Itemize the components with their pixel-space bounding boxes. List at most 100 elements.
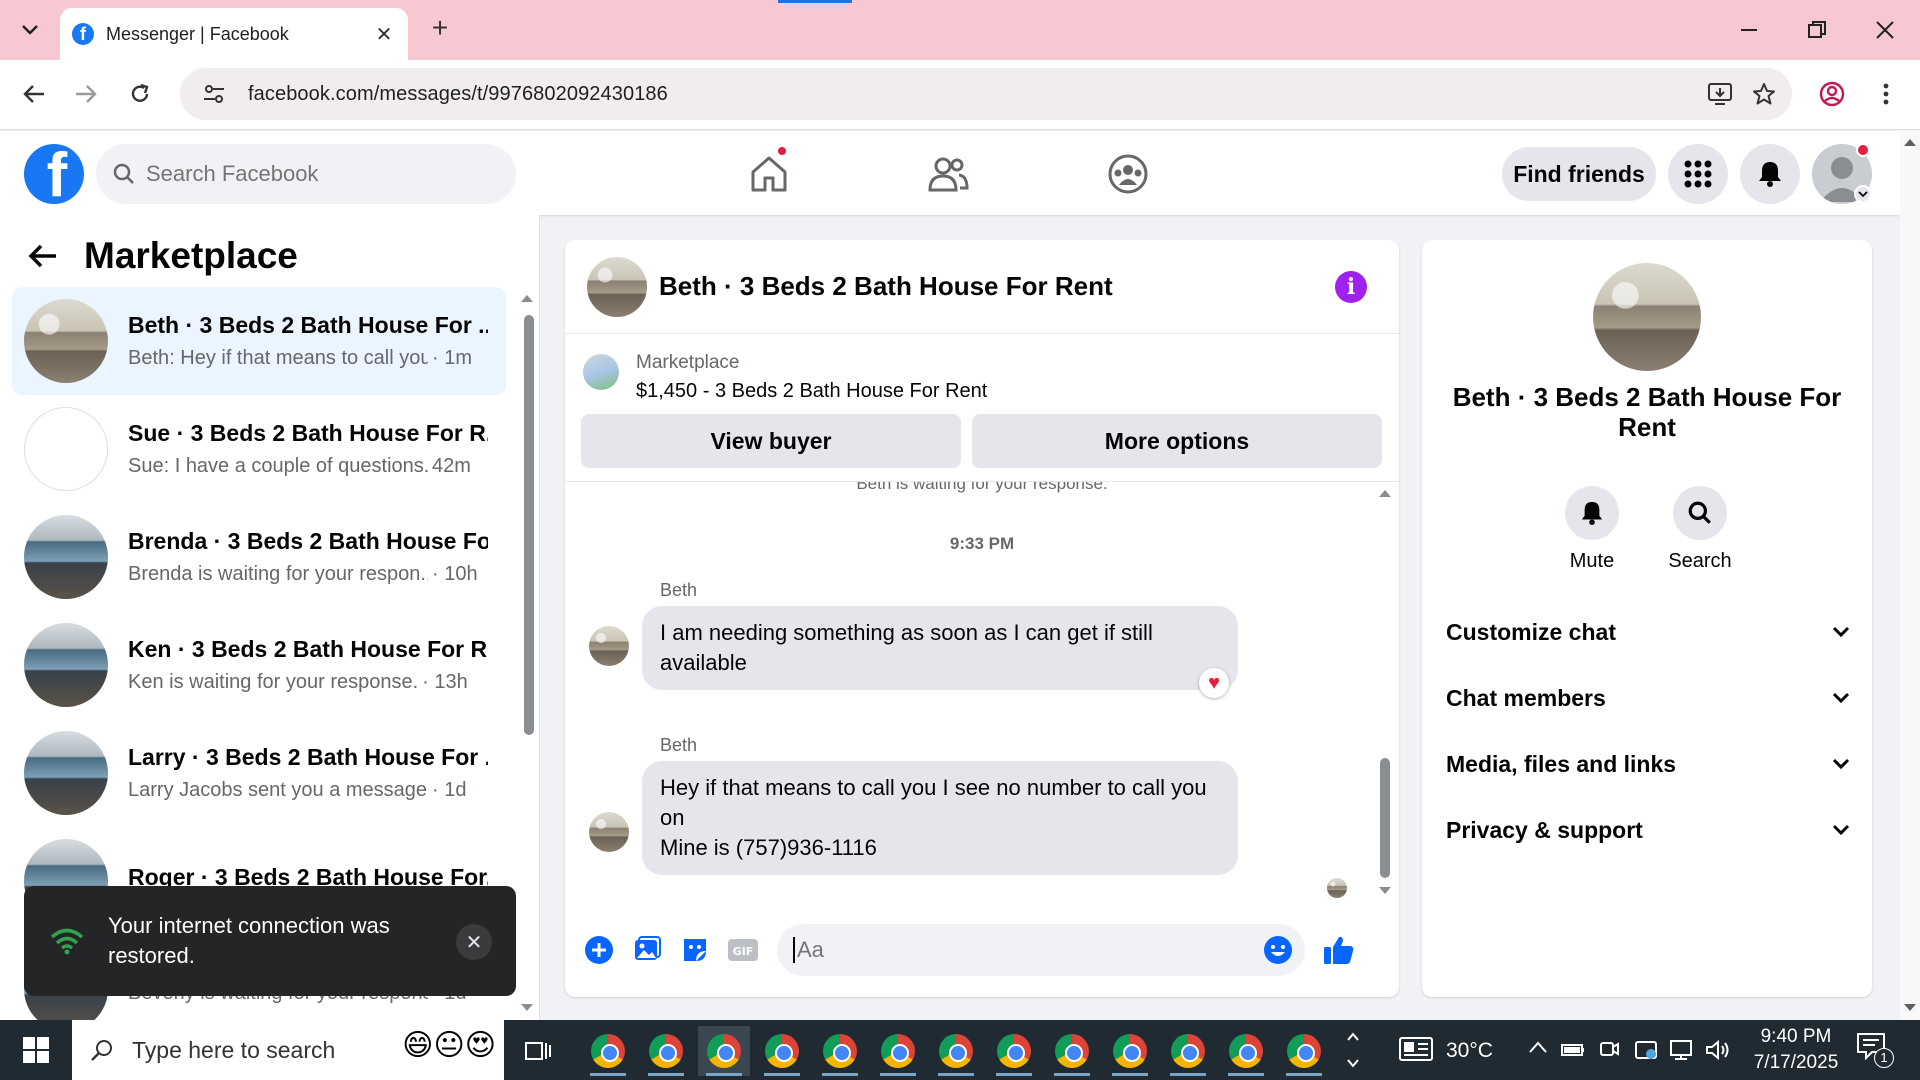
scroll-down-icon[interactable] — [1903, 1003, 1917, 1013]
clock-date[interactable]: 7/17/2025 — [1746, 1052, 1846, 1074]
tab-search-button[interactable] — [12, 12, 48, 48]
photo-icon[interactable] — [623, 926, 671, 974]
toast-close-button[interactable]: ✕ — [456, 924, 492, 960]
info-icon[interactable]: i — [1335, 270, 1367, 303]
taskbar-search[interactable]: Type here to search 😄😐😍 — [72, 1020, 504, 1080]
taskbar-chrome-window[interactable] — [698, 1026, 750, 1076]
groups-nav-button[interactable] — [1098, 149, 1158, 199]
network-icon[interactable] — [1668, 1038, 1694, 1062]
sync-icon[interactable] — [1634, 1038, 1658, 1062]
taskbar-chrome-window[interactable] — [1104, 1026, 1156, 1076]
conversation-item[interactable]: Beth · 3 Beds 2 Bath House For ... Beth:… — [12, 287, 506, 395]
customize-chat-section[interactable]: Customize chat — [1446, 607, 1850, 657]
taskbar-chrome-window[interactable] — [988, 1026, 1040, 1076]
emoji-icon[interactable] — [1263, 935, 1293, 965]
taskbar-chrome-window[interactable] — [930, 1026, 982, 1076]
view-buyer-button[interactable]: View buyer — [581, 414, 961, 468]
message-input[interactable] — [793, 936, 1263, 963]
weather-news-icon[interactable] — [1398, 1036, 1434, 1062]
meet-now-icon[interactable] — [1598, 1038, 1620, 1060]
scroll-up-icon[interactable] — [1378, 488, 1392, 498]
minimize-button[interactable] — [1724, 10, 1774, 50]
facebook-search-input[interactable] — [146, 161, 446, 187]
taskbar-chrome-window[interactable] — [640, 1026, 692, 1076]
browser-menu-button[interactable] — [1866, 74, 1906, 114]
browser-tab[interactable]: f Messenger | Facebook ✕ — [60, 8, 408, 60]
chat-title[interactable]: Beth · 3 Beds 2 Bath House For Rent — [659, 271, 1335, 302]
taskbar-chrome-window[interactable] — [756, 1026, 808, 1076]
profile-avatar[interactable] — [1593, 263, 1701, 371]
home-nav-button[interactable] — [739, 145, 799, 199]
taskbar-chrome-window[interactable] — [1162, 1026, 1214, 1076]
facebook-search[interactable] — [96, 144, 516, 204]
privacy-support-section[interactable]: Privacy & support — [1446, 805, 1850, 855]
scrollbar-thumb[interactable] — [524, 315, 534, 735]
show-hidden-icons-icon[interactable] — [1528, 1040, 1548, 1054]
sticker-icon[interactable] — [671, 926, 719, 974]
install-app-icon[interactable] — [1698, 72, 1742, 116]
conversation-item[interactable]: Larry · 3 Beds 2 Bath House For ... Larr… — [12, 719, 506, 827]
taskbar-chrome-window[interactable] — [814, 1026, 866, 1076]
notifications-button[interactable] — [1740, 144, 1800, 204]
listing-thumbnail[interactable] — [583, 354, 619, 390]
account-chevron-icon[interactable] — [1854, 185, 1872, 203]
message-scrollbar[interactable] — [1375, 482, 1395, 902]
friends-nav-button[interactable] — [918, 149, 978, 199]
plus-icon[interactable] — [575, 926, 623, 974]
more-options-button[interactable]: More options — [972, 414, 1382, 468]
profile-button[interactable] — [1812, 74, 1852, 114]
message-bubble[interactable]: I am needing something as soon as I can … — [642, 606, 1238, 690]
conversation-item[interactable]: Ken · 3 Beds 2 Bath House For R... Ken i… — [12, 611, 506, 719]
new-tab-button[interactable]: + — [422, 12, 458, 44]
taskbar-chrome-window[interactable] — [1220, 1026, 1272, 1076]
facebook-logo-icon[interactable]: f — [24, 144, 84, 204]
gif-icon[interactable]: GIF — [719, 926, 767, 974]
media-files-links-section[interactable]: Media, files and links — [1446, 739, 1850, 789]
bookmark-star-icon[interactable] — [1742, 72, 1786, 116]
restore-button[interactable] — [1792, 10, 1842, 50]
action-center-button[interactable]: 1 — [1856, 1032, 1896, 1068]
taskbar-overflow-icon[interactable] — [1346, 1026, 1360, 1074]
conversation-item[interactable]: Brenda · 3 Beds 2 Bath House Fo... Brend… — [12, 503, 506, 611]
conversation-list-scrollbar[interactable] — [522, 315, 534, 735]
find-friends-button[interactable]: Find friends — [1502, 147, 1656, 201]
site-info-icon[interactable] — [194, 84, 234, 104]
message-avatar[interactable] — [589, 812, 629, 852]
tab-close-icon[interactable]: ✕ — [372, 22, 396, 47]
weather-text[interactable]: 30°C — [1446, 1039, 1493, 1063]
message-input-box[interactable] — [777, 923, 1305, 976]
address-bar[interactable]: facebook.com/messages/t/9976802092430186 — [180, 68, 1792, 120]
chat-members-section[interactable]: Chat members — [1446, 673, 1850, 723]
taskbar-chrome-window[interactable] — [1046, 1026, 1098, 1076]
message-bubble[interactable]: Hey if that means to call you I see no n… — [642, 761, 1238, 875]
volume-icon[interactable] — [1704, 1038, 1730, 1062]
heart-reaction-icon[interactable]: ♥ — [1199, 668, 1229, 698]
close-window-button[interactable] — [1860, 10, 1910, 50]
page-scrollbar[interactable] — [1900, 131, 1920, 1020]
chat-avatar[interactable] — [587, 256, 647, 317]
task-view-button[interactable] — [512, 1026, 564, 1076]
forward-button[interactable] — [66, 74, 106, 114]
back-arrow-icon[interactable] — [28, 243, 58, 269]
start-button[interactable] — [14, 1032, 58, 1068]
listing-price[interactable]: $1,450 - 3 Beds 2 Bath House For Rent — [636, 380, 987, 403]
message-avatar[interactable] — [589, 626, 629, 666]
battery-icon[interactable] — [1560, 1038, 1586, 1060]
search-action[interactable]: Search — [1655, 486, 1745, 573]
scroll-down-icon[interactable] — [1378, 886, 1392, 896]
scroll-down-icon[interactable] — [520, 1003, 534, 1013]
taskbar-chrome-window[interactable] — [872, 1026, 924, 1076]
scrollbar-thumb[interactable] — [1380, 758, 1390, 878]
taskbar-chrome-window[interactable] — [1278, 1026, 1330, 1076]
menu-button[interactable] — [1668, 144, 1728, 204]
scroll-up-icon[interactable] — [1903, 137, 1917, 147]
clock-time[interactable]: 9:40 PM — [1746, 1026, 1846, 1048]
scroll-up-icon[interactable] — [520, 293, 534, 303]
mute-action[interactable]: Mute — [1547, 486, 1637, 573]
url-text[interactable]: facebook.com/messages/t/9976802092430186 — [248, 83, 1698, 106]
reload-button[interactable] — [120, 74, 160, 114]
conversation-item[interactable]: Sue · 3 Beds 2 Bath House For R... Sue: … — [12, 395, 506, 503]
back-button[interactable] — [14, 74, 54, 114]
taskbar-chrome-window[interactable] — [582, 1026, 634, 1076]
like-icon[interactable] — [1315, 926, 1363, 974]
